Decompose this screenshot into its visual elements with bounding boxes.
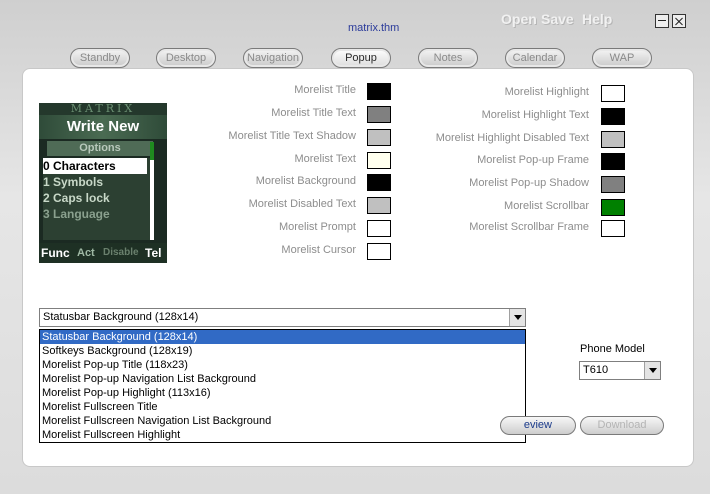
preview-header: MATRIX [39,103,167,115]
color-swatch-morelist-highlight[interactable] [601,85,625,102]
preview-list-item: 0 Characters [43,158,147,174]
color-label-morelist-title: Morelist Title [294,84,356,96]
phone-model-value: T610 [583,364,609,376]
color-swatch-morelist-title-text-shadow[interactable] [367,129,391,146]
dropdown-option[interactable]: Morelist Fullscreen Navigation List Back… [40,414,525,428]
download-button[interactable]: Download [580,416,664,435]
close-icon[interactable] [672,14,686,28]
tab-navigation[interactable]: Navigation [243,48,303,68]
dropdown-option[interactable]: Softkeys Background (128x19) [40,344,525,358]
color-label-morelist-title-text-shadow: Morelist Title Text Shadow [228,130,356,142]
tab-standby[interactable]: Standby [70,48,130,68]
color-label-morelist-disabled-text: Morelist Disabled Text [248,198,356,210]
color-label-morelist-popup-frame: Morelist Pop-up Frame [477,154,589,166]
save-menu[interactable]: Save [541,11,574,27]
color-swatch-morelist-popup-frame[interactable] [601,153,625,170]
image-select[interactable]: Statusbar Background (128x14) [39,308,526,327]
tab-desktop[interactable]: Desktop [156,48,216,68]
softkey-left: Func [41,246,70,260]
softkey-right: Tel [145,246,162,260]
color-swatch-morelist-cursor[interactable] [367,243,391,260]
tab-wap[interactable]: WAP [592,48,652,68]
preview-options: Options [47,141,153,156]
chevron-down-icon[interactable] [509,309,525,326]
help-menu[interactable]: Help [582,11,612,27]
preview-scrollbar-thumb [150,142,154,160]
phone-preview: MATRIX Write New Options 0 Characters 1 … [39,103,167,263]
preview-softkeys: Func Act Disable Tel [39,243,167,263]
preview-list-item: 3 Language [43,207,110,221]
color-swatch-morelist-text[interactable] [367,152,391,169]
minimize-icon[interactable] [655,14,669,28]
color-label-morelist-text: Morelist Text [294,153,356,165]
image-select-dropdown: Statusbar Background (128x14) Softkeys B… [39,329,526,443]
color-label-morelist-highlight-text: Morelist Highlight Text [481,109,589,121]
color-label-morelist-popup-shadow: Morelist Pop-up Shadow [469,177,589,189]
tab-calendar[interactable]: Calendar [505,48,565,68]
open-menu[interactable]: Open [501,11,537,27]
color-label-morelist-title-text: Morelist Title Text [271,107,356,119]
color-swatch-morelist-scrollbar[interactable] [601,199,625,216]
dropdown-option[interactable]: Morelist Pop-up Title (118x23) [40,358,525,372]
color-label-morelist-highlight: Morelist Highlight [504,86,589,98]
color-swatch-morelist-highlight-disabled-text[interactable] [601,131,625,148]
softkey-disabled: Disable [103,247,139,258]
window-title: matrix.thm [348,22,400,34]
dropdown-option[interactable]: Morelist Pop-up Highlight (113x16) [40,386,525,400]
color-swatch-morelist-highlight-text[interactable] [601,108,625,125]
color-label-morelist-highlight-disabled-text: Morelist Highlight Disabled Text [435,132,589,144]
color-swatch-morelist-popup-shadow[interactable] [601,176,625,193]
color-swatch-morelist-title[interactable] [367,83,391,100]
color-label-morelist-cursor: Morelist Cursor [281,244,356,256]
chevron-down-icon[interactable] [644,362,660,379]
color-label-morelist-scrollbar: Morelist Scrollbar [504,200,589,212]
color-swatch-morelist-background[interactable] [367,174,391,191]
color-label-morelist-background: Morelist Background [255,175,356,187]
color-label-morelist-scrollbar-frame: Morelist Scrollbar Frame [469,221,589,233]
color-swatch-morelist-disabled-text[interactable] [367,197,391,214]
color-swatch-morelist-prompt[interactable] [367,220,391,237]
dropdown-option[interactable]: Morelist Pop-up Navigation List Backgrou… [40,372,525,386]
color-label-morelist-prompt: Morelist Prompt [278,221,356,233]
color-swatch-morelist-title-text[interactable] [367,106,391,123]
phone-model-select[interactable]: T610 [579,361,661,380]
preview-button[interactable]: eview [500,416,576,435]
phone-model-label: Phone Model [580,343,645,355]
dropdown-option[interactable]: Statusbar Background (128x14) [40,330,525,344]
dropdown-option[interactable]: Morelist Fullscreen Highlight [40,428,525,442]
tab-popup[interactable]: Popup [331,48,391,68]
softkey-middle: Act [77,247,95,259]
dropdown-option[interactable]: Morelist Fullscreen Title [40,400,525,414]
color-swatch-morelist-scrollbar-frame[interactable] [601,220,625,237]
preview-list-item: 2 Caps lock [43,191,110,205]
tab-notes[interactable]: Notes [418,48,478,68]
preview-list-item: 1 Symbols [43,175,104,189]
image-select-value: Statusbar Background (128x14) [43,311,199,323]
preview-title: Write New [39,115,167,139]
